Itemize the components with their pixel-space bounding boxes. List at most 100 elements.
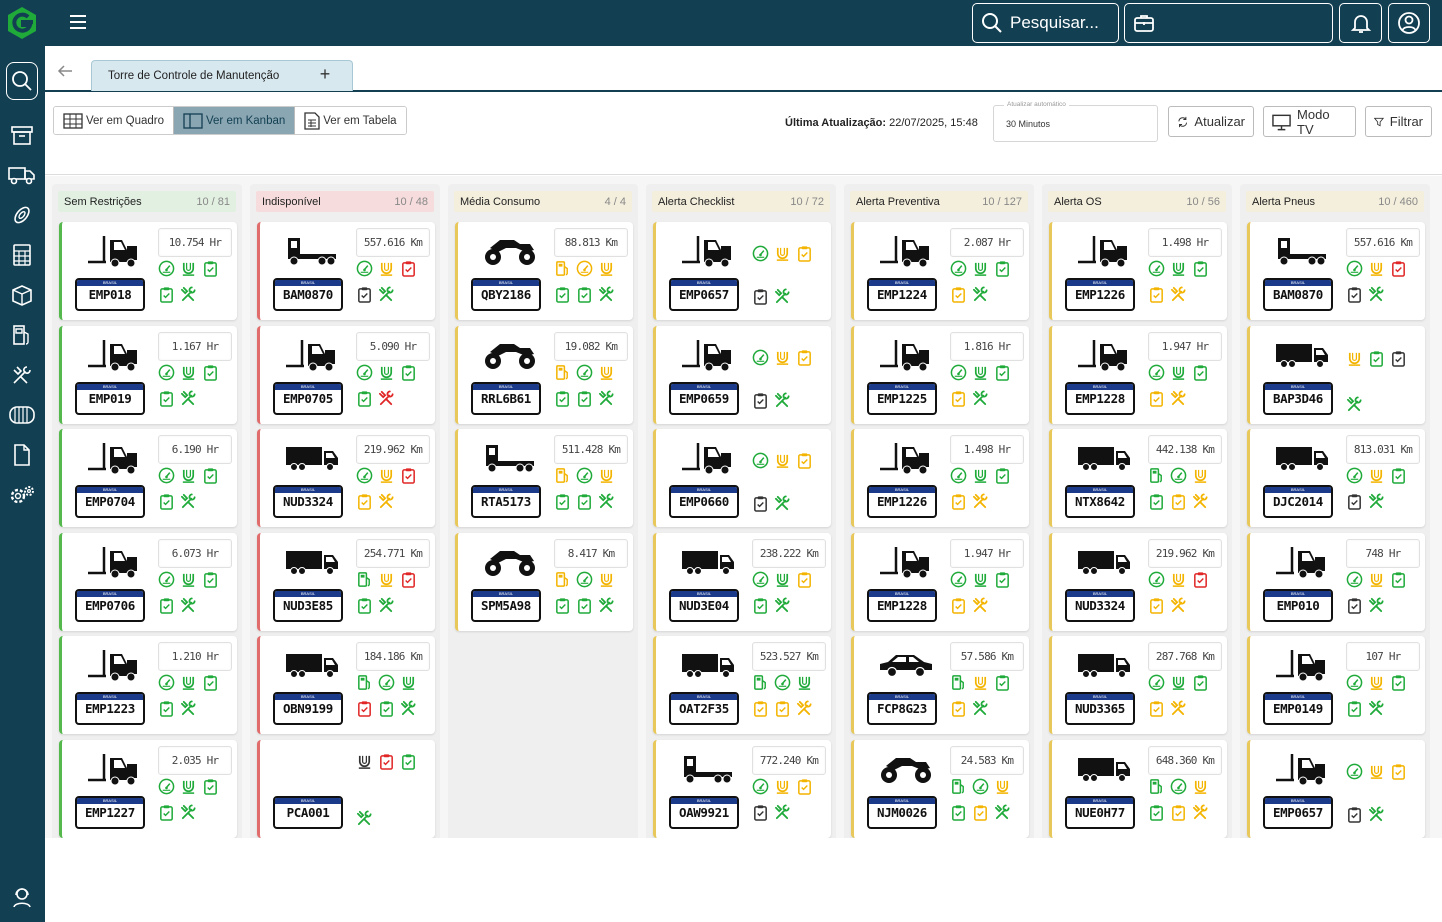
checklist-icon[interactable] [1368,350,1385,367]
checklist-icon[interactable] [554,597,571,614]
sidebar-calculator-icon[interactable] [7,240,37,270]
gauge-icon[interactable] [972,778,989,795]
tire-icon[interactable] [1170,674,1187,691]
vehicle-card[interactable]: BRASIL EMP1224 2.087 Hr [851,222,1029,320]
tools-icon[interactable] [1192,804,1209,821]
gauge-icon[interactable] [752,778,769,795]
global-search-button[interactable]: Pesquisar... [972,3,1119,43]
tire-icon[interactable] [180,571,197,588]
tools-icon[interactable] [1170,390,1187,407]
checklist-icon[interactable] [994,571,1011,588]
checklist-icon[interactable] [1192,260,1209,277]
tools-icon[interactable] [774,392,791,409]
vehicle-card[interactable]: BRASIL QBY2186 88.813 Km [455,222,633,320]
tools-icon[interactable] [774,495,791,512]
checklist-icon[interactable] [752,804,769,821]
tire-icon[interactable] [972,674,989,691]
checklist-icon[interactable] [554,390,571,407]
tire-icon[interactable] [1368,467,1385,484]
tire-icon[interactable] [1368,674,1385,691]
vehicle-card[interactable]: BRASIL EMP1223 1.210 Hr [59,636,237,734]
vehicle-card[interactable]: BRASIL EMP0705 5.090 Hr [257,325,435,424]
tire-icon[interactable] [774,778,791,795]
gauge-icon[interactable] [158,571,175,588]
checklist-icon[interactable] [356,493,373,510]
checklist-icon[interactable] [1390,260,1407,277]
checklist-icon[interactable] [994,674,1011,691]
vehicle-card[interactable]: BRASIL EMP1227 2.035 Hr [59,739,237,838]
gauge-icon[interactable] [576,467,593,484]
vehicle-card[interactable]: BRASIL EMP0657 [1247,739,1425,838]
checklist-icon[interactable] [202,467,219,484]
hamburger-menu-icon[interactable] [62,8,94,38]
tools-icon[interactable] [1170,700,1187,717]
checklist-icon[interactable] [400,571,417,588]
fuel-pump-icon[interactable] [554,571,571,588]
gauge-icon[interactable] [576,571,593,588]
sidebar-document-icon[interactable] [7,440,37,470]
checklist-icon[interactable] [158,493,175,510]
tire-icon[interactable] [994,778,1011,795]
tire-icon[interactable] [972,571,989,588]
checklist-icon[interactable] [1390,674,1407,691]
view-table-button[interactable]: Ver em Tabela [295,107,406,134]
tools-icon[interactable] [994,804,1011,821]
checklist-icon[interactable] [950,804,967,821]
gauge-icon[interactable] [1346,763,1363,780]
gauge-icon[interactable] [774,674,791,691]
vehicle-card[interactable]: BRASIL NUE0H77 648.360 Km [1049,739,1227,838]
tire-icon[interactable] [180,674,197,691]
tire-icon[interactable] [180,364,197,381]
checklist-icon[interactable] [356,390,373,407]
tools-icon[interactable] [180,700,197,717]
vehicle-card[interactable]: BRASIL EMP1228 1.947 Hr [1049,325,1227,424]
vehicle-card[interactable]: BRASIL EMP0659 [653,325,831,424]
checklist-icon[interactable] [994,364,1011,381]
sidebar-tire-icon[interactable] [7,200,37,230]
vehicle-card[interactable]: BRASIL EMP019 1.167 Hr [59,325,237,424]
gauge-icon[interactable] [752,245,769,262]
vehicle-card[interactable]: BRASIL EMP0657 [653,222,831,320]
checklist-icon[interactable] [400,364,417,381]
vehicle-card[interactable]: BRASIL NUD3E85 254.771 Km [257,532,435,631]
checklist-icon[interactable] [202,364,219,381]
checklist-icon[interactable] [576,286,593,303]
tire-icon[interactable] [796,674,813,691]
checklist-icon[interactable] [752,597,769,614]
sidebar-box-icon[interactable] [7,280,37,310]
checklist-icon[interactable] [994,260,1011,277]
tire-icon[interactable] [774,245,791,262]
tools-icon[interactable] [1368,806,1385,823]
gauge-icon[interactable] [576,260,593,277]
gauge-icon[interactable] [1170,467,1187,484]
company-selector[interactable] [1124,3,1333,43]
tools-icon[interactable] [598,493,615,510]
user-profile-button[interactable] [1388,3,1430,43]
checklist-icon[interactable] [400,467,417,484]
checklist-icon[interactable] [1192,674,1209,691]
vehicle-card[interactable]: BRASIL PCA001 [257,739,435,838]
vehicle-card[interactable]: BRASIL EMP1225 1.816 Hr [851,325,1029,424]
tools-icon[interactable] [598,390,615,407]
vehicle-card[interactable]: BRASIL OBN9199 184.186 Km [257,636,435,734]
tools-icon[interactable] [400,700,417,717]
vehicle-card[interactable]: BRASIL RRL6B61 19.082 Km [455,325,633,424]
vehicle-card[interactable]: BRASIL BAM0870 557.616 Km [257,222,435,320]
gauge-icon[interactable] [158,260,175,277]
tools-icon[interactable] [1170,597,1187,614]
checklist-icon[interactable] [1148,493,1165,510]
checklist-icon[interactable] [202,260,219,277]
tools-icon[interactable] [774,597,791,614]
vehicle-card[interactable]: BRASIL EMP0704 6.190 Hr [59,429,237,527]
checklist-icon[interactable] [1346,806,1363,823]
checklist-icon[interactable] [158,597,175,614]
checklist-icon[interactable] [1170,493,1187,510]
vehicle-card[interactable]: BRASIL BAP3D46 [1247,325,1425,424]
vehicle-card[interactable]: BRASIL SPM5A98 8.417 Km [455,532,633,631]
checklist-icon[interactable] [972,804,989,821]
tire-icon[interactable] [774,349,791,366]
checklist-icon[interactable] [1346,493,1363,510]
vehicle-card[interactable]: BRASIL EMP0149 107 Hr [1247,636,1425,734]
vehicle-card[interactable]: BRASIL EMP1226 1.498 Hr [851,429,1029,527]
vehicle-card[interactable]: BRASIL EMP0706 6.073 Hr [59,532,237,631]
